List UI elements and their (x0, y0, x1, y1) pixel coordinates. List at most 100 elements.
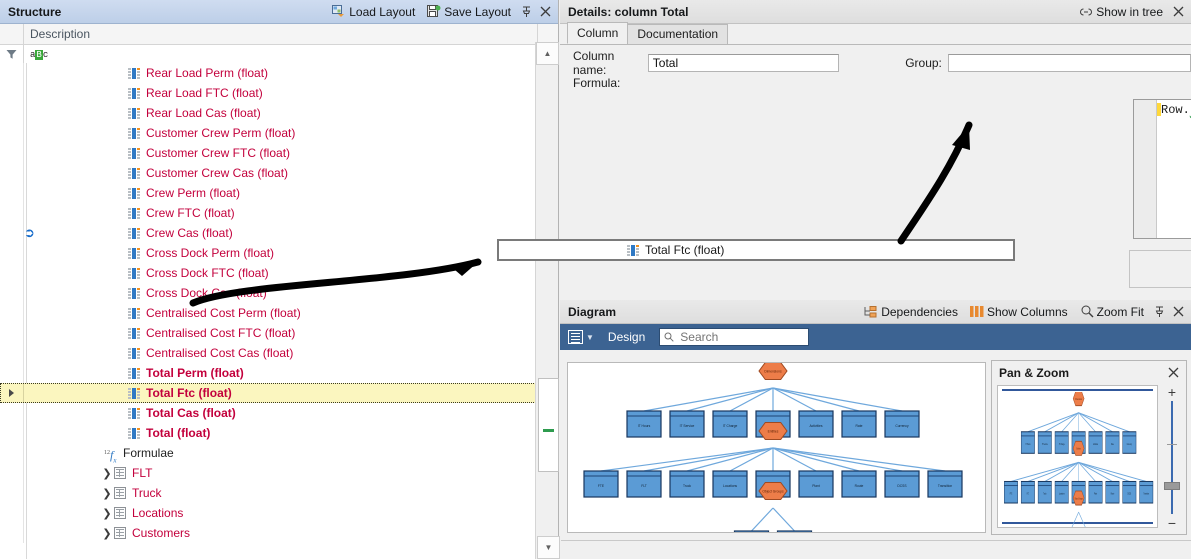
close-icon[interactable] (1170, 3, 1187, 20)
tree-row[interactable]: Centralised Cost FTC (float) (0, 323, 536, 343)
chevron-right-icon[interactable]: ❯ (100, 487, 114, 500)
tree-row[interactable]: Rear Load Perm (float) (0, 63, 536, 83)
row-body[interactable]: ➲Crew Cas (float) (24, 223, 536, 243)
close-icon[interactable] (537, 3, 554, 20)
row-body[interactable]: Total Cas (float) (24, 403, 536, 423)
goto-arrow-icon[interactable]: ➲ (24, 225, 35, 240)
tree-row[interactable]: Customer Crew Perm (float) (0, 123, 536, 143)
grid-gutter-header (0, 24, 24, 44)
row-body[interactable]: Crew Perm (float) (24, 183, 536, 203)
tree-row[interactable]: ➲Crew Cas (float) (0, 223, 536, 243)
zoom-in-button[interactable]: + (1168, 387, 1176, 397)
list-menu-icon[interactable] (568, 330, 583, 344)
zoom-slider-thumb[interactable] (1164, 482, 1180, 490)
scroll-down-button[interactable]: ▼ (537, 536, 560, 559)
column-name-input[interactable] (648, 54, 839, 72)
tree-row-table[interactable]: ❯Locations (0, 503, 536, 523)
scroll-up-button[interactable]: ▲ (536, 42, 559, 65)
tree-row[interactable]: Centralised Cost Perm (float) (0, 303, 536, 323)
tree-row[interactable]: Total Ftc (float) (0, 383, 536, 403)
group-input[interactable] (948, 54, 1191, 72)
row-body[interactable]: Crew FTC (float) (24, 203, 536, 223)
tree-row-table[interactable]: ❯Customers (0, 523, 536, 543)
autocomplete-popup[interactable]: Total Ftc (float) (497, 239, 1015, 261)
tree-row[interactable]: Total Cas (float) (0, 403, 536, 423)
column-icon (128, 168, 141, 179)
row-body[interactable]: Cross Dock Cas (float) (24, 283, 536, 303)
chevron-right-icon[interactable]: ❯ (100, 507, 114, 520)
zoom-slider[interactable]: + − (1162, 387, 1182, 528)
row-body[interactable]: Centralised Cost Perm (float) (24, 303, 536, 323)
row-body[interactable]: Centralised Cost FTC (float) (24, 323, 536, 343)
formula-text[interactable]: Row.Item['Total Cas'] + Row.Item['Total … (1157, 100, 1191, 238)
close-icon[interactable] (1165, 364, 1182, 381)
column-icon (128, 368, 141, 379)
tree-row[interactable]: Customer Crew FTC (float) (0, 143, 536, 163)
row-body[interactable]: ❯Truck (24, 483, 536, 503)
row-body[interactable]: Cross Dock Perm (float) (24, 243, 536, 263)
row-body[interactable]: Total Perm (float) (24, 363, 536, 383)
row-body[interactable]: Rear Load Cas (float) (24, 103, 536, 123)
show-in-tree-button[interactable]: Show in tree (1074, 4, 1168, 20)
row-body[interactable]: Cross Dock FTC (float) (24, 263, 536, 283)
zoom-fit-button[interactable]: Zoom Fit (1075, 304, 1149, 320)
zoom-out-button[interactable]: − (1168, 518, 1176, 528)
tree-row[interactable]: Crew Perm (float) (0, 183, 536, 203)
show-columns-button[interactable]: Show Columns (965, 304, 1073, 320)
tree-row-table[interactable]: ❯FLT (0, 463, 536, 483)
tree-row[interactable]: Total (float) (0, 423, 536, 443)
tree-row[interactable]: Rear Load FTC (float) (0, 83, 536, 103)
table-icon (114, 487, 126, 499)
scroll-thumb[interactable] (538, 378, 559, 472)
tree-row-formulae[interactable]: 12fxFormulae (0, 443, 536, 463)
structure-vertical-scrollbar[interactable]: ▲ ▼ (535, 42, 558, 559)
tree-row[interactable]: Rear Load Cas (float) (0, 103, 536, 123)
row-body[interactable]: Total Ftc (float) (24, 383, 536, 403)
row-body[interactable]: Rear Load Perm (float) (24, 63, 536, 83)
row-body[interactable]: Customer Crew Cas (float) (24, 163, 536, 183)
pin-icon[interactable] (518, 3, 535, 20)
row-body[interactable]: ❯FLT (24, 463, 536, 483)
design-button[interactable]: Design (608, 330, 645, 344)
row-body[interactable]: Customer Crew Perm (float) (24, 123, 536, 143)
pan-zoom-thumbnail[interactable]: IT HoursIT ServiceIT ChargeCostsActiviti… (997, 385, 1158, 528)
diagram-search-box[interactable] (659, 328, 809, 346)
tree-row[interactable]: Crew FTC (float) (0, 203, 536, 223)
tree-row[interactable]: Cross Dock Perm (float) (0, 243, 536, 263)
chevron-right-icon[interactable]: ❯ (100, 527, 114, 540)
column-header-description[interactable]: Description (24, 24, 537, 44)
zoom-slider-rail[interactable] (1171, 401, 1173, 514)
chevron-right-icon[interactable]: ❯ (100, 467, 114, 480)
structure-tree[interactable]: Rear Load Perm (float)Rear Load FTC (flo… (0, 63, 536, 559)
autocomplete-item-label: Total Ftc (float) (645, 243, 724, 257)
autocomplete-item[interactable]: Total Ftc (float) (499, 243, 724, 257)
tab-column[interactable]: Column (567, 22, 628, 44)
pin-icon[interactable] (1151, 303, 1168, 320)
close-icon[interactable] (1170, 303, 1187, 320)
filter-icon[interactable] (0, 45, 24, 64)
scroll-track[interactable] (537, 64, 557, 537)
row-body[interactable]: Rear Load FTC (float) (24, 83, 536, 103)
tree-row[interactable]: Cross Dock FTC (float) (0, 263, 536, 283)
row-body[interactable]: Centralised Cost Cas (float) (24, 343, 536, 363)
row-body[interactable]: ❯Customers (24, 523, 536, 543)
formula-editor[interactable]: Row.Item['Total Cas'] + Row.Item['Total … (1133, 99, 1191, 239)
tree-row[interactable]: Centralised Cost Cas (float) (0, 343, 536, 363)
save-layout-button[interactable]: Save Layout (422, 4, 516, 20)
chevron-down-icon[interactable]: ▼ (586, 333, 594, 342)
tree-row[interactable]: Total Perm (float) (0, 363, 536, 383)
diagram-search-input[interactable] (678, 329, 804, 345)
load-layout-button[interactable]: Load Layout (327, 4, 420, 20)
row-body[interactable]: ❯Locations (24, 503, 536, 523)
formula-fx-icon: 12fx (104, 447, 118, 459)
filter-input[interactable]: aBc (24, 45, 558, 64)
dependencies-button[interactable]: Dependencies (859, 304, 963, 320)
tree-row-table[interactable]: ❯Truck (0, 483, 536, 503)
row-body[interactable]: Customer Crew FTC (float) (24, 143, 536, 163)
tree-row[interactable]: Cross Dock Cas (float) (0, 283, 536, 303)
tab-documentation[interactable]: Documentation (627, 24, 728, 44)
row-body[interactable]: 12fxFormulae (24, 443, 536, 463)
diagram-canvas[interactable]: IT HoursIT ServiceIT ChargeCostsActiviti… (567, 362, 986, 533)
tree-row[interactable]: Customer Crew Cas (float) (0, 163, 536, 183)
row-body[interactable]: Total (float) (24, 423, 536, 443)
